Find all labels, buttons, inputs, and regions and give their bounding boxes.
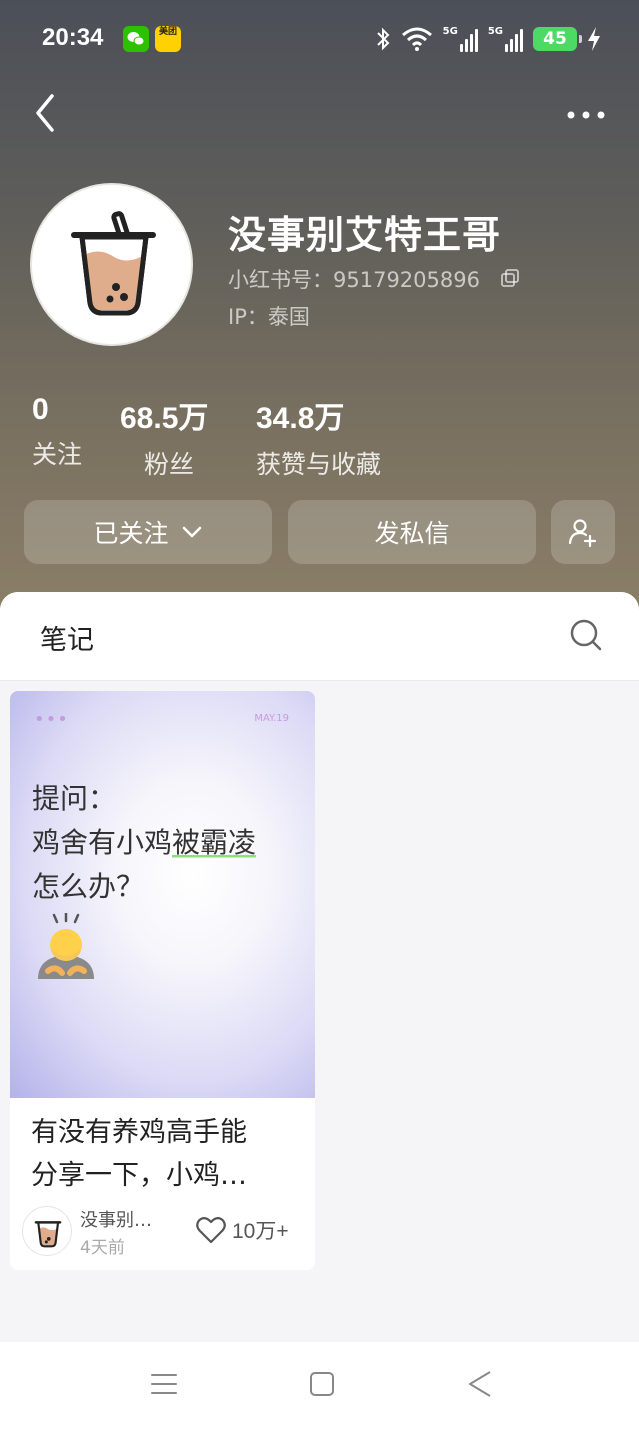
stat-following[interactable]: 0 关注 [32,393,82,471]
back-button[interactable] [28,90,64,136]
notes-tabbar: 笔记 [0,592,639,681]
cover-line-2a: 鸡舍有小鸡 [32,826,173,859]
bubble-tea-icon [71,211,156,316]
send-message-label: 发私信 [374,519,450,548]
charging-icon [588,27,600,51]
chevron-down-icon [182,526,201,538]
note-meta: 没事别… 4天前 10万+ [22,1203,312,1259]
following-button[interactable]: 已关注 [24,500,272,564]
cover-line-1: 提问： [32,782,117,815]
system-back-button[interactable] [464,1368,496,1400]
bubble-tea-icon [34,1221,62,1248]
author-avatar[interactable] [22,1206,72,1256]
square-icon [310,1372,334,1396]
signal-5g-2: 5G [488,26,523,52]
cover-line-2-highlight: 被霸凌 [172,826,257,859]
stat-likes-label: 获赞与收藏 [256,450,382,479]
bluetooth-icon [376,27,390,51]
triangle-back-icon [469,1371,491,1397]
bowing-person-icon [34,911,98,983]
home-button[interactable] [306,1368,338,1400]
profile-ip-location: IP：泰国 [228,305,310,329]
more-options-button[interactable] [563,100,609,130]
battery-indicator: 45 [533,27,582,51]
stat-following-label: 关注 [32,440,83,469]
cover-line-3: 怎么办？ [32,870,145,903]
like-button[interactable]: 10万+ [196,1215,289,1245]
signal-1-label: 5G [442,26,458,37]
meituan-label: 美团 [158,27,177,37]
add-user-icon [568,519,597,547]
note-cover-image[interactable]: ••• MAY.19 提问： 鸡舍有小鸡被霸凌 怎么办？ [10,691,315,1098]
signal-2-label: 5G [487,26,503,37]
status-time: 20:34 [42,24,104,51]
stat-followers[interactable]: 68.5万 粉丝 [120,393,208,481]
note-title-line-2: 分享一下，小鸡… [31,1160,247,1191]
recommend-users-button[interactable] [551,500,615,564]
meituan-icon: 美团 [155,26,181,52]
more-dots-icon [567,111,605,119]
cover-date: MAY.19 [254,713,289,724]
note-time: 4天前 [80,1238,125,1258]
cover-question: 提问： 鸡舍有小鸡被霸凌 怎么办？ [32,777,257,909]
note-card[interactable]: ••• MAY.19 提问： 鸡舍有小鸡被霸凌 怎么办？ 有没有养鸡高手能 分享… [10,691,315,1270]
tab-notes[interactable]: 笔记 [40,618,94,657]
system-navigation-bar [0,1342,639,1430]
profile-username: 没事别艾特王哥 [228,213,502,257]
following-button-label: 已关注 [93,519,169,548]
stat-followers-value: 68.5万 [120,402,209,435]
search-notes-button[interactable] [569,618,603,652]
menu-icon [151,1374,177,1394]
stat-likes-value: 34.8万 [256,402,345,435]
stat-following-value: 0 [32,393,49,426]
wechat-icon [123,26,149,52]
send-message-button[interactable]: 发私信 [288,500,536,564]
copy-icon[interactable] [500,268,520,288]
stat-followers-label: 粉丝 [144,450,195,479]
author-name[interactable]: 没事别… [80,1206,152,1232]
chevron-left-icon [36,94,54,132]
note-title[interactable]: 有没有养鸡高手能 分享一下，小鸡… [31,1111,291,1197]
cover-dots: ••• [34,709,69,730]
notes-sheet: 笔记 ••• MAY.19 提问： 鸡舍有小鸡被霸凌 怎么办？ 有没有养鸡高手能… [0,592,639,1342]
profile-red-id: 小红书号：95179205896 [228,268,480,292]
profile-avatar[interactable] [30,183,193,346]
recent-apps-button[interactable] [148,1368,180,1400]
wifi-icon [401,27,432,51]
like-count: 10万+ [232,1220,289,1243]
status-bar: 20:34 美团 5G 5G 45 [0,0,639,78]
status-indicators: 5G 5G 45 [375,22,601,56]
note-title-line-1: 有没有养鸡高手能 [31,1117,247,1148]
cover-line-2: 鸡舍有小鸡被霸凌 [32,821,257,865]
heart-icon [196,1217,226,1244]
stat-likes-collects[interactable]: 34.8万 获赞与收藏 [256,393,381,481]
search-icon [570,619,602,651]
signal-5g-1: 5G [443,26,478,52]
